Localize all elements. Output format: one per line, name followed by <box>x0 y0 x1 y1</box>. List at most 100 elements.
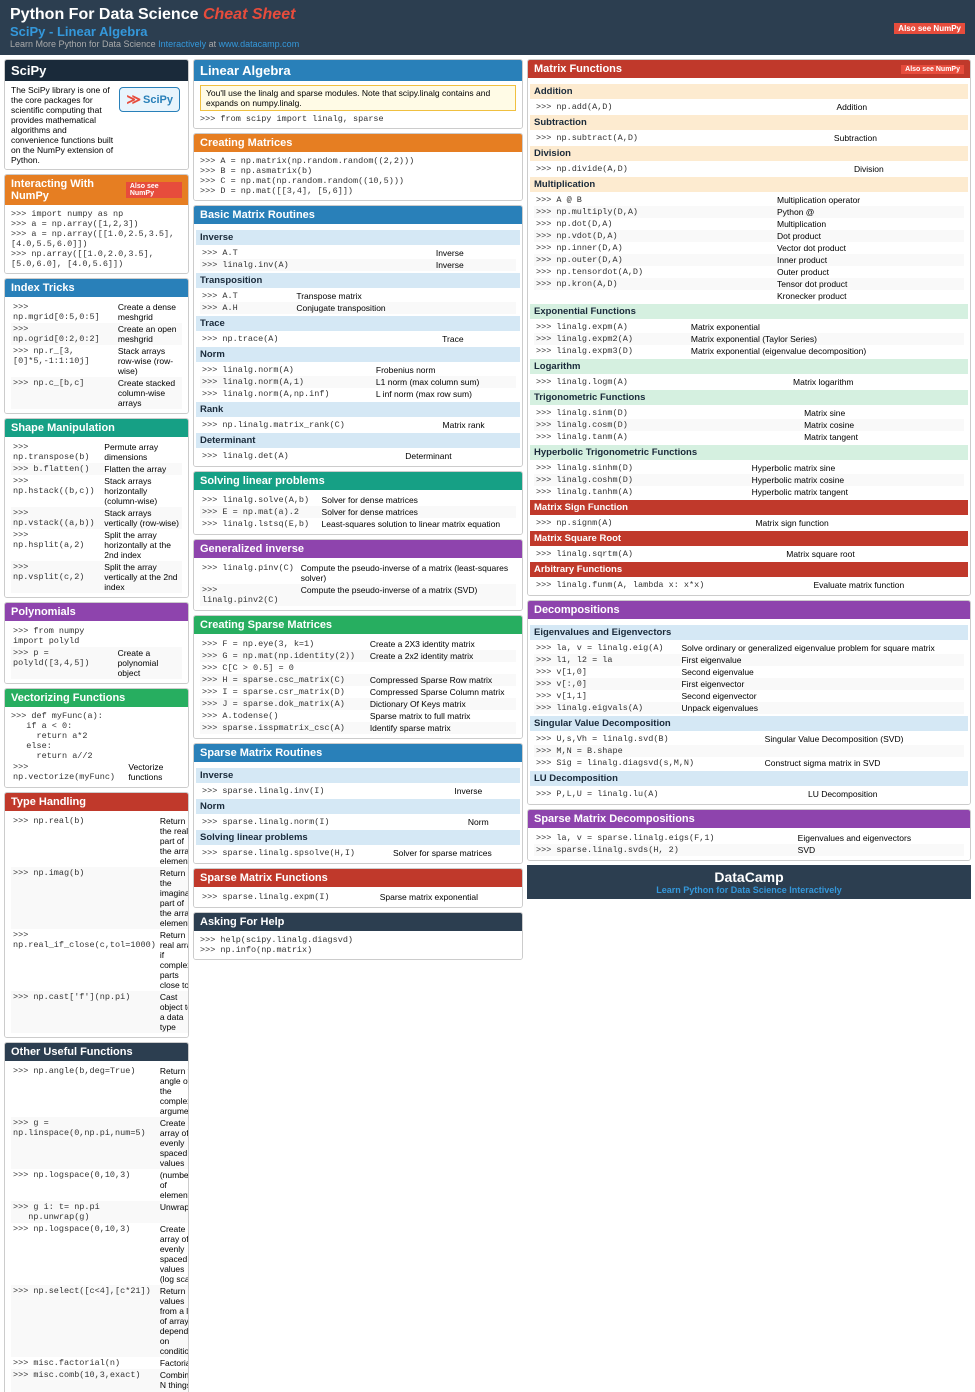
note-text: You'll use the linalg and sparse modules… <box>206 88 490 108</box>
table-row: >>> np.trace(A)Trace <box>200 333 516 345</box>
table-row: >>> linalg.eigvals(A)Unpack eigenvalues <box>534 702 964 714</box>
basic-matrix-section: Basic Matrix Routines Inverse >>> A.TInv… <box>193 205 523 467</box>
type-handling-body: >>> np.real(b)Return the real part of th… <box>5 811 188 1037</box>
right-column: Matrix Functions Also see NumPy Addition… <box>527 59 971 1392</box>
creating-sparse-header: Creating Sparse Matrices <box>194 616 522 634</box>
scipy-section: SciPy The SciPy library is one of the co… <box>4 59 189 170</box>
addition-title: Addition <box>530 84 968 99</box>
solving-linear-section: Solving linear problems >>> linalg.solve… <box>193 471 523 535</box>
table-row: >>> np.linalg.matrix_rank(C)Matrix rank <box>200 419 516 431</box>
polynomials-header: Polynomials <box>5 603 188 621</box>
solving-linear-header: Solving linear problems <box>194 472 522 490</box>
table-row: >>> g = np.linspace(0,np.pi,num=5)Create… <box>11 1117 189 1169</box>
table-row: >>> A @ BMultiplication operator <box>534 194 964 206</box>
sparse-decomp-table: >>> la, v = sparse.linalg.eigs(F,1)Eigen… <box>534 832 964 856</box>
sparse-decomp-section: Sparse Matrix Decompositions >>> la, v =… <box>527 809 971 861</box>
index-tricks-table: >>> np.mgrid[0:5,0:5]Create a dense mesh… <box>11 301 182 409</box>
table-row: >>> linalg.expm3(D)Matrix exponential (e… <box>534 345 964 357</box>
table-row: >>> np.multiply(D,A)Python @ <box>534 206 964 218</box>
interacting-code4: >>> np.array([[1.0,2.0,3.5], [5.0,6.0], … <box>11 249 182 269</box>
table-row: >>> H = sparse.csc_matrix(C)Compressed S… <box>200 674 516 686</box>
sparse-decomp-header: Sparse Matrix Decompositions <box>528 810 970 828</box>
table-row: >>> np.real_if_close(c,tol=1000)Return a… <box>11 929 189 991</box>
gen-inverse-header: Generalized inverse <box>194 540 522 558</box>
vectorizing-body: >>> def myFunc(a): if a < 0: return a*2 … <box>5 707 188 787</box>
vectorizing-header: Vectorizing Functions <box>5 689 188 707</box>
arbitrary-table: >>> linalg.funm(A, lambda x: x*x)Evaluat… <box>534 579 964 591</box>
trace-title: Trace <box>196 316 520 331</box>
vectorizing-table: >>> np.vectorize(myFunc)Vectorize functi… <box>11 761 182 783</box>
linear-algebra-header: Linear Algebra <box>194 60 522 81</box>
interacting-code3: >>> a = np.array([[1.0,2.5,3.5], [4.0,5.… <box>11 229 182 249</box>
vectorizing-code: >>> def myFunc(a): if a < 0: return a*2 … <box>11 711 182 761</box>
division-table: >>> np.divide(A,D)Division <box>534 163 964 175</box>
eigenvalues-title: Eigenvalues and Eigenvectors <box>530 625 968 640</box>
table-row: >>> np.hstack((b,c))Stack arrays horizon… <box>11 475 182 507</box>
sparse-routines-header: Sparse Matrix Routines <box>194 744 522 762</box>
table-row: >>> np.dot(D,A)Multiplication <box>534 218 964 230</box>
lu-title: LU Decomposition <box>530 771 968 786</box>
table-row: >>> linalg.det(A)Determinant <box>200 450 516 462</box>
table-row: >>> v[1,0]Second eigenvalue <box>534 666 964 678</box>
table-row: >>> np.imag(b)Return the imaginary part … <box>11 867 189 929</box>
basic-matrix-body: Inverse >>> A.TInverse >>> linalg.inv(A)… <box>194 224 522 466</box>
table-row: >>> A.todense()Sparse matrix to full mat… <box>200 710 516 722</box>
table-row: >>> sparse.linalg.spsolve(H,I)Solver for… <box>200 847 516 859</box>
middle-column: Linear Algebra You'll use the linalg and… <box>193 59 523 1392</box>
sparse-routines-section: Sparse Matrix Routines Inverse >>> spars… <box>193 743 523 864</box>
table-row: >>> linalg.norm(A,np.inf)L inf norm (max… <box>200 388 516 400</box>
sparse-inverse-table: >>> sparse.linalg.inv(I)Inverse <box>200 785 516 797</box>
rank-table: >>> np.linalg.matrix_rank(C)Matrix rank <box>200 419 516 431</box>
table-row: >>> A.HConjugate transposition <box>200 302 516 314</box>
polynomials-body: >>> from numpy import polyld >>> p = pol… <box>5 621 188 683</box>
sparse-functions-table: >>> sparse.linalg.expm(I)Sparse matrix e… <box>200 891 516 903</box>
type-handling-header: Type Handling <box>5 793 188 811</box>
table-row: >>> np.mgrid[0:5,0:5]Create a dense mesh… <box>11 301 182 323</box>
transposition-title: Transposition <box>196 273 520 288</box>
index-tricks-section: Index Tricks >>> np.mgrid[0:5,0:5]Create… <box>4 278 189 414</box>
table-row: >>> linalg.pinv(C)Compute the pseudo-inv… <box>200 562 516 584</box>
creating-sparse-section: Creating Sparse Matrices >>> F = np.eye(… <box>193 615 523 739</box>
polynomials-table: >>> from numpy import polyld >>> p = pol… <box>11 625 182 679</box>
python-text: Python For Data Science <box>10 6 199 23</box>
table-row: >>> E = np.mat(a).2Solver for dense matr… <box>200 506 516 518</box>
table-row: >>> np.divide(A,D)Division <box>534 163 964 175</box>
table-row: >>> G = np.mat(np.identity(2))Create a 2… <box>200 650 516 662</box>
decompositions-section: Decompositions Eigenvalues and Eigenvect… <box>527 600 971 805</box>
table-row: >>> sparse.linalg.norm(I)Norm <box>200 816 516 828</box>
sparse-inverse-title: Inverse <box>196 768 520 783</box>
table-row: >>> np.c_[b,c]Create stacked column-wise… <box>11 377 182 409</box>
scipy-logo: ≫ SciPy <box>119 87 180 112</box>
exponential-table: >>> linalg.expm(A)Matrix exponential >>>… <box>534 321 964 357</box>
gen-inverse-body: >>> linalg.pinv(C)Compute the pseudo-inv… <box>194 558 522 610</box>
basic-matrix-header: Basic Matrix Routines <box>194 206 522 224</box>
linear-note-box: You'll use the linalg and sparse modules… <box>200 85 516 111</box>
subtraction-title: Subtraction <box>530 115 968 130</box>
linear-algebra-section: Linear Algebra You'll use the linalg and… <box>193 59 523 129</box>
trig-title: Trigonometric Functions <box>530 390 968 405</box>
table-row: >>> np.transpose(b)Permute array dimensi… <box>11 441 182 463</box>
interacting-section: Interacting With NumPy Also see NumPy >>… <box>4 174 189 274</box>
cheat-sheet-text: Cheat Sheet <box>203 6 295 23</box>
table-row: >>> U,s,Vh = linalg.svd(B)Singular Value… <box>534 733 964 745</box>
sparse-solving-table: >>> sparse.linalg.spsolve(H,I)Solver for… <box>200 847 516 859</box>
other-useful-body: >>> np.angle(b,deg=True)Return the angle… <box>5 1061 188 1392</box>
table-row: >>> np.signm(A)Matrix sign function <box>534 517 964 529</box>
table-row: >>> linalg.funm(A, lambda x: x*x)Evaluat… <box>534 579 964 591</box>
table-row: >>> linalg.norm(A)Frobenius norm <box>200 364 516 376</box>
table-row: >>> g i: t= np.pi np.unwrap(g) Unwrap <box>11 1201 189 1223</box>
determinant-title: Determinant <box>196 433 520 448</box>
table-row: >>> np.ogrid[0:2,0:2]Create an open mesh… <box>11 323 182 345</box>
table-row: >>> np.subtract(A,D)Subtraction <box>534 132 964 144</box>
import-line: >>> from scipy import linalg, sparse <box>200 114 516 124</box>
rank-title: Rank <box>196 402 520 417</box>
determinant-table: >>> linalg.det(A)Determinant <box>200 450 516 462</box>
table-row: >>> np.kron(A,D)Tensor dot product <box>534 278 964 290</box>
eigenvalues-table: >>> la, v = linalg.eig(A)Solve ordinary … <box>534 642 964 714</box>
table-row: >>> linalg.solve(A,b)Solver for dense ma… <box>200 494 516 506</box>
table-row: >>> np.outer(D,A)Inner product <box>534 254 964 266</box>
creating-sparse-body: >>> F = np.eye(3, k=1)Create a 2X3 ident… <box>194 634 522 738</box>
table-row: >>> misc.comb(10,3,exact)Combine N thing… <box>11 1369 189 1392</box>
table-row: >>> F = np.eye(3, k=1)Create a 2X3 ident… <box>200 638 516 650</box>
multiplication-table: >>> A @ BMultiplication operator >>> np.… <box>534 194 964 302</box>
